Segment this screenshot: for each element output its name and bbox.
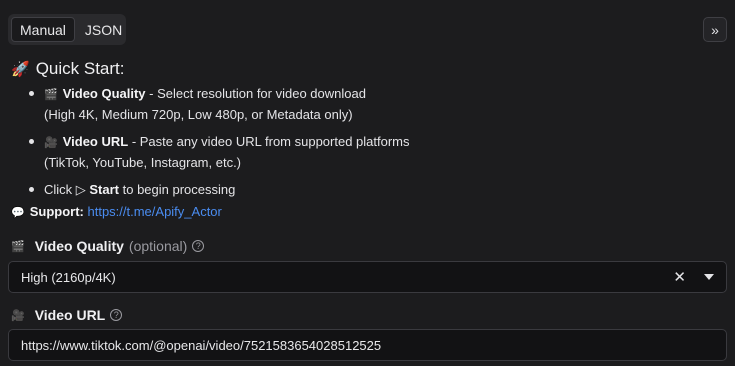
movie-camera-icon: 🎥: [11, 309, 25, 322]
quick-start-list: 🎬 Video Quality - Select resolution for v…: [26, 84, 486, 207]
speech-bubble-icon: 💬: [11, 207, 25, 219]
clapperboard-icon: 🎬: [11, 240, 25, 253]
close-icon[interactable]: ✕: [673, 268, 686, 286]
item-text: to begin processing: [119, 182, 236, 197]
item-text: - Select resolution for video download: [145, 86, 366, 101]
help-circle-icon[interactable]: ?: [110, 309, 123, 321]
movie-camera-icon: 🎥: [44, 137, 58, 149]
input-value: https://www.tiktok.com/@openai/video/752…: [21, 337, 382, 353]
support-line: 💬 Support: https://t.me/Apify_Actor: [11, 203, 222, 222]
video-url-label: 🎥 Video URL ?: [11, 307, 123, 323]
optional-tag: (optional): [128, 238, 188, 254]
tab-manual[interactable]: Manual: [11, 17, 75, 42]
mode-tabs: Manual JSON: [8, 14, 126, 45]
item-text: - Paste any video URL from supported pla…: [128, 134, 410, 149]
list-item: 🎥 Video URL - Paste any video URL from su…: [26, 132, 486, 172]
list-item: 🎬 Video Quality - Select resolution for v…: [26, 84, 486, 124]
select-value: High (2160p/4K): [21, 269, 116, 285]
help-circle-icon[interactable]: ?: [192, 240, 205, 252]
video-quality-select[interactable]: High (2160p/4K) ✕: [8, 261, 727, 293]
item-title: Video URL: [62, 134, 129, 149]
rocket-icon: 🚀: [11, 61, 30, 78]
clapperboard-icon: 🎬: [44, 89, 58, 101]
item-subtext: (TikTok, YouTube, Instagram, etc.): [44, 155, 242, 170]
quick-start-title: Quick Start:: [35, 59, 125, 78]
expand-button[interactable]: »: [703, 17, 727, 42]
quick-start-heading: 🚀 Quick Start:: [11, 59, 125, 79]
item-subtext: (High 4K, Medium 720p, Low 480p, or Meta…: [44, 107, 353, 122]
support-link[interactable]: https://t.me/Apify_Actor: [87, 204, 221, 219]
chevron-down-icon[interactable]: [704, 274, 714, 280]
video-url-input[interactable]: https://www.tiktok.com/@openai/video/752…: [8, 329, 727, 361]
field-label-text: Video Quality: [34, 238, 124, 254]
item-prefix: Click ▷: [44, 182, 90, 197]
list-item: Click ▷ Start to begin processing: [26, 180, 486, 199]
field-label-text: Video URL: [34, 307, 106, 323]
item-title: Video Quality: [62, 86, 146, 101]
support-label: Support:: [29, 204, 84, 219]
video-quality-label: 🎬 Video Quality (optional) ?: [11, 238, 205, 254]
double-chevron-right-icon: »: [711, 21, 719, 38]
tab-json[interactable]: JSON: [77, 17, 130, 42]
item-title: Start: [89, 182, 120, 197]
